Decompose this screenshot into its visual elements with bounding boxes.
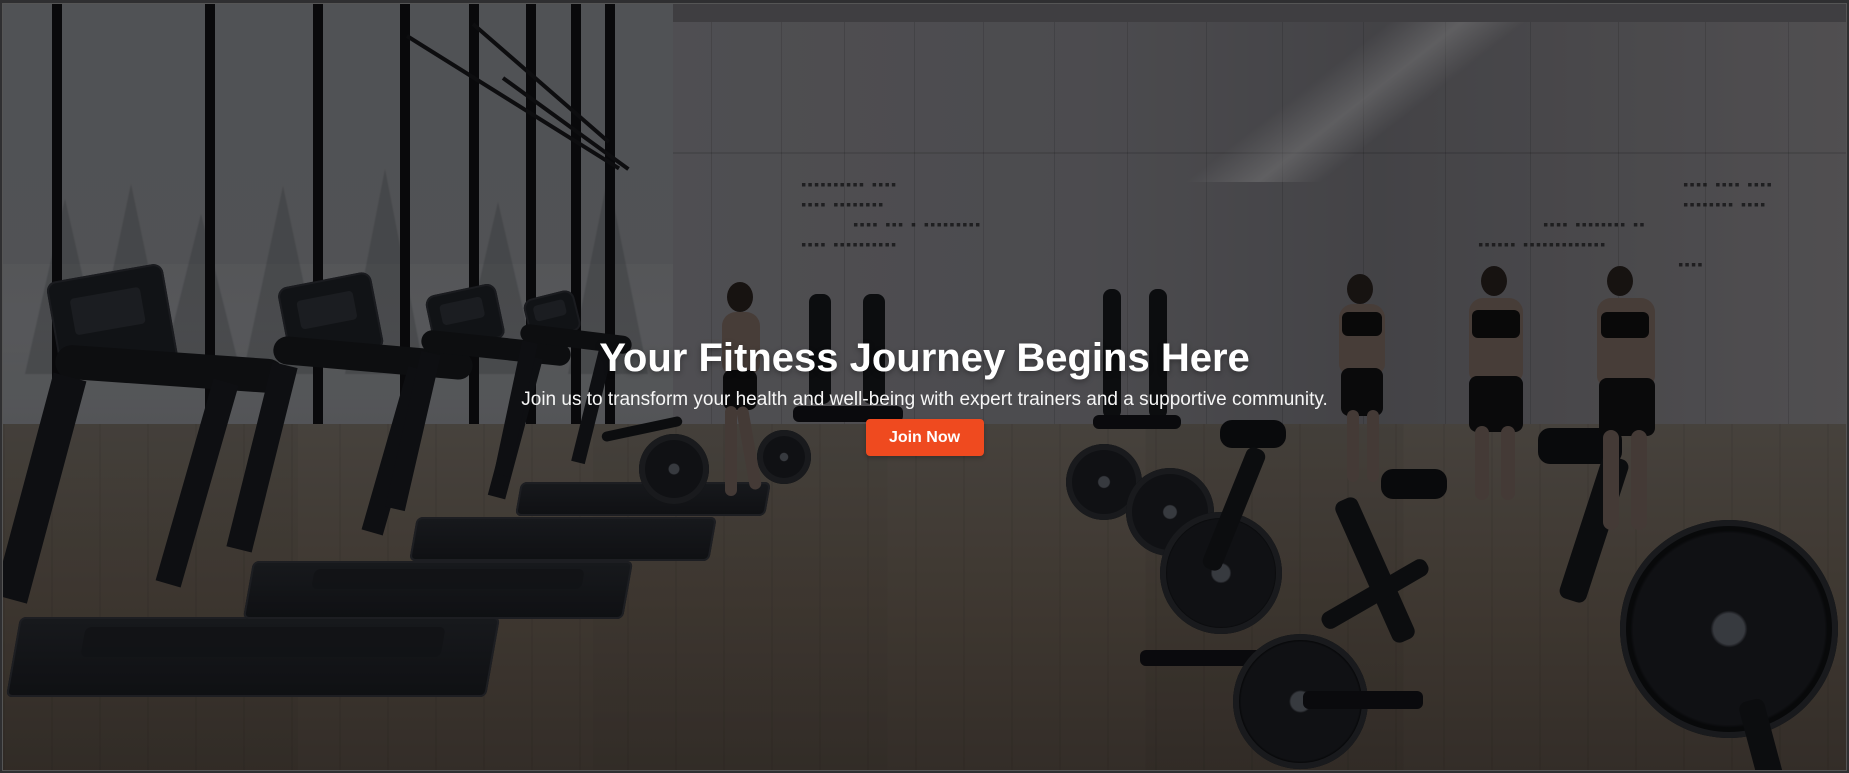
join-now-button[interactable]: Join Now bbox=[865, 419, 984, 456]
hero-content: Your Fitness Journey Begins Here Join us… bbox=[3, 334, 1846, 456]
hero-title: Your Fitness Journey Begins Here bbox=[599, 336, 1250, 380]
page-frame: ▪▪▪▪▪▪▪▪▪▪ ▪▪▪▪ ▪▪▪▪ ▪▪▪▪▪▪▪▪ ▪▪▪▪ ▪▪▪ ▪… bbox=[2, 3, 1847, 771]
hero-subtitle: Join us to transform your health and wel… bbox=[521, 389, 1328, 410]
hero-section: ▪▪▪▪▪▪▪▪▪▪ ▪▪▪▪ ▪▪▪▪ ▪▪▪▪▪▪▪▪ ▪▪▪▪ ▪▪▪ ▪… bbox=[3, 4, 1846, 770]
